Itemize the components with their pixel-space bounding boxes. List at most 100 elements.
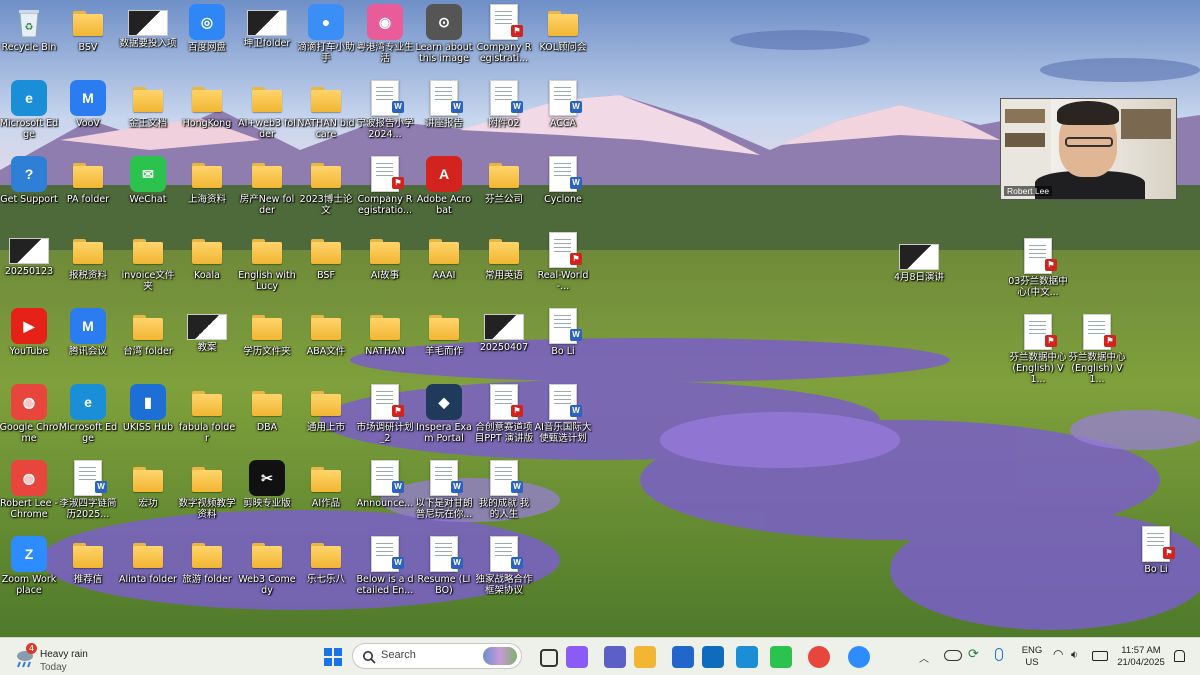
- desktop-icon[interactable]: W 李淑四字链简历2025...: [58, 460, 118, 536]
- start-button[interactable]: [322, 646, 344, 668]
- desktop-icon[interactable]: HongKong: [177, 80, 237, 156]
- desktop-icon[interactable]: ◎ 百度网盘: [177, 4, 237, 80]
- desktop-icon[interactable]: KOL顾问会: [533, 4, 593, 80]
- desktop-icon[interactable]: ♻ Recycle Bin: [0, 4, 59, 80]
- desktop-icon[interactable]: ABA文件: [296, 308, 356, 384]
- desktop-icon[interactable]: ⚑ 芬兰数据中心(English) V1...: [1008, 314, 1068, 390]
- desktop-icon[interactable]: ✂ 剪映专业版: [237, 460, 297, 536]
- desktop-icon[interactable]: W Bo Li: [533, 308, 593, 384]
- desktop-icon[interactable]: e Microsoft Edge: [58, 384, 118, 460]
- desktop-icon[interactable]: 2023博士论文: [296, 156, 356, 232]
- desktop-icon[interactable]: AAAI: [414, 232, 474, 308]
- desktop-icon[interactable]: Z Zoom Workplace: [0, 536, 59, 612]
- edge-taskbar-icon[interactable]: [736, 646, 758, 668]
- sync-icon[interactable]: ⟳: [968, 647, 979, 662]
- microphone-icon[interactable]: [995, 648, 1003, 661]
- battery-icon[interactable]: [1092, 651, 1108, 661]
- desktop-icon[interactable]: invoice文件夹: [118, 232, 178, 308]
- desktop-icon[interactable]: DBA: [237, 384, 297, 460]
- zoom-taskbar-icon[interactable]: [848, 646, 870, 668]
- desktop-icon[interactable]: English with Lucy: [237, 232, 297, 308]
- wifi-icon[interactable]: ◠: [1053, 647, 1063, 661]
- desktop-icon[interactable]: 房产New folder: [237, 156, 297, 232]
- desktop-icon[interactable]: 宏功: [118, 460, 178, 536]
- onedrive-icon[interactable]: [944, 650, 962, 661]
- show-hidden-icons-chevron-icon[interactable]: ︿: [919, 650, 929, 665]
- desktop-icon[interactable]: M 腾讯会议: [58, 308, 118, 384]
- desktop-icon[interactable]: 台湾 folder: [118, 308, 178, 384]
- desktop-icon[interactable]: W 独家战略合作框架协议: [474, 536, 534, 612]
- desktop-icon[interactable]: AI作品: [296, 460, 356, 536]
- desktop-icon[interactable]: W 讲座报告: [414, 80, 474, 156]
- desktop-icon[interactable]: ● 滴滴打车小助手: [296, 4, 356, 80]
- desktop-icon[interactable]: BSF: [296, 232, 356, 308]
- teams-taskbar-icon[interactable]: [604, 646, 626, 668]
- desktop-icon[interactable]: ⚑ 合创意赛道项目PPT 演讲版: [474, 384, 534, 460]
- desktop-icon[interactable]: ✉ WeChat: [118, 156, 178, 232]
- clock[interactable]: 11:57 AM 21/04/2025: [1112, 645, 1170, 669]
- language-indicator[interactable]: ENG US: [1018, 645, 1046, 669]
- desktop-icon[interactable]: W Cyclone: [533, 156, 593, 232]
- file-explorer-taskbar-icon[interactable]: [634, 646, 656, 668]
- desktop-icon[interactable]: ◍ Robert Lee - Chrome: [0, 460, 59, 536]
- desktop-icon[interactable]: NATHAN bid care: [296, 80, 356, 156]
- desktop-icon[interactable]: ◍ Google Chrome: [0, 384, 59, 460]
- desktop-icon[interactable]: W AI音乐国际大使甄选计划: [533, 384, 593, 460]
- desktop-icon[interactable]: 推荐信: [58, 536, 118, 612]
- task-view-taskbar-icon[interactable]: [540, 649, 558, 667]
- taskbar-search-box[interactable]: Search: [352, 643, 522, 669]
- desktop-icon[interactable]: 上海资料: [177, 156, 237, 232]
- outlook-taskbar-icon[interactable]: [702, 646, 724, 668]
- desktop-icon[interactable]: ⊙ Learn about this image: [414, 4, 474, 80]
- desktop-icon[interactable]: W 附件02: [474, 80, 534, 156]
- wechat-taskbar-icon[interactable]: [770, 646, 792, 668]
- video-call-window[interactable]: Robert Lee: [1000, 98, 1177, 200]
- desktop-icon[interactable]: 旅游 folder: [177, 536, 237, 612]
- desktop-icon[interactable]: W Below is a detailed En...: [355, 536, 415, 612]
- desktop-icon[interactable]: 坤卫folder: [237, 4, 297, 80]
- desktop-icon[interactable]: ⚑ 芬兰数据中心(English) V1...: [1067, 314, 1127, 390]
- desktop-icon[interactable]: ⚑ 03芬兰数据中心(中文...: [1008, 238, 1068, 314]
- desktop-icon[interactable]: ◉ 粤港湾专业生活: [355, 4, 415, 80]
- desktop-icon[interactable]: ▮ UKISS Hub: [118, 384, 178, 460]
- desktop-icon[interactable]: BSV: [58, 4, 118, 80]
- desktop-icon[interactable]: ? Get Support: [0, 156, 59, 232]
- desktop-icon[interactable]: W ACCA: [533, 80, 593, 156]
- desktop-icon[interactable]: ⚑ Bo Li: [1126, 526, 1186, 602]
- desktop-icon[interactable]: W 宁波报告小学2024...: [355, 80, 415, 156]
- copilot-taskbar-icon[interactable]: [566, 646, 588, 668]
- desktop-icon[interactable]: AI故事: [355, 232, 415, 308]
- desktop-icon[interactable]: Koala: [177, 232, 237, 308]
- desktop-icon[interactable]: W 以下是对甘朗普尼玩在你...: [414, 460, 474, 536]
- desktop-icon[interactable]: ⚑ Company Registratio...: [355, 156, 415, 232]
- desktop-icon[interactable]: 报税资料: [58, 232, 118, 308]
- desktop-icon[interactable]: ⚑ Real-World-...: [533, 232, 593, 308]
- desktop-icon[interactable]: PA folder: [58, 156, 118, 232]
- desktop-icon[interactable]: ⚑ 市场调研计划_2: [355, 384, 415, 460]
- desktop-icon[interactable]: NATHAN: [355, 308, 415, 384]
- desktop-icon[interactable]: ▶ YouTube: [0, 308, 59, 384]
- desktop-icon[interactable]: 芬兰公司: [474, 156, 534, 232]
- desktop-icon[interactable]: 学历文件夹: [237, 308, 297, 384]
- microsoft-store-taskbar-icon[interactable]: [672, 646, 694, 668]
- desktop-icon[interactable]: 羊毛而作: [414, 308, 474, 384]
- desktop-icon[interactable]: 数据要投入项: [118, 4, 178, 80]
- notification-bell-icon[interactable]: [1174, 650, 1185, 662]
- desktop-icon[interactable]: ◆ Inspera Exam Portal: [414, 384, 474, 460]
- desktop-icon[interactable]: W Announce...: [355, 460, 415, 536]
- desktop-icon[interactable]: 乐七乐八: [296, 536, 356, 612]
- desktop-icon[interactable]: e Microsoft Edge: [0, 80, 59, 156]
- chrome-taskbar-icon[interactable]: [808, 646, 830, 668]
- desktop-icon[interactable]: ⚑ Company Registrati...: [474, 4, 534, 80]
- volume-icon[interactable]: 🔉︎: [1071, 648, 1078, 662]
- desktop-icon[interactable]: A Adobe Acrobat: [414, 156, 474, 232]
- desktop-icon[interactable]: 20250407: [474, 308, 534, 384]
- desktop-icon[interactable]: fabula folder: [177, 384, 237, 460]
- desktop-icon[interactable]: 4月8日演讲: [889, 238, 949, 314]
- desktop-icon[interactable]: M VooV: [58, 80, 118, 156]
- desktop-icon[interactable]: W 我的成就 我的人生: [474, 460, 534, 536]
- desktop-icon[interactable]: 金王文档: [118, 80, 178, 156]
- desktop-icon[interactable]: Alinta folder: [118, 536, 178, 612]
- desktop-icon[interactable]: AI+web3 folder: [237, 80, 297, 156]
- weather-widget[interactable]: 4 Heavy rain Today: [14, 642, 104, 673]
